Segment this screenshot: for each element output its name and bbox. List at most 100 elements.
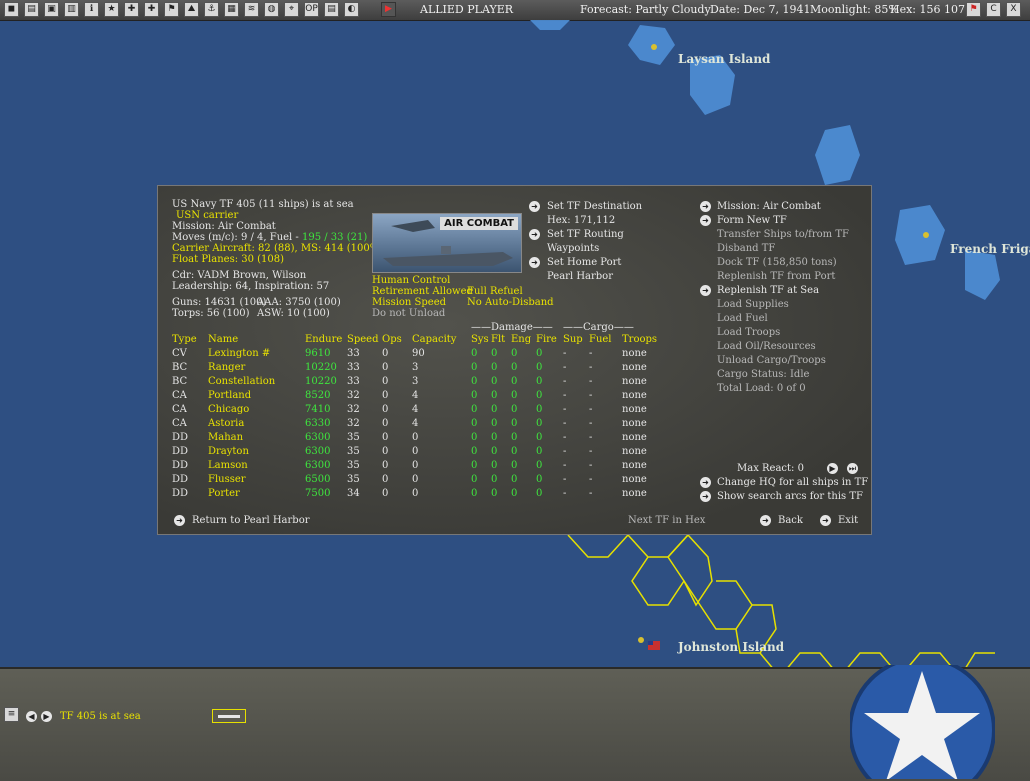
back-arrow-icon[interactable]: ➜: [760, 515, 771, 526]
tf-ship-icon[interactable]: [212, 709, 246, 723]
ship-name[interactable]: Lexington #: [208, 348, 270, 360]
table-cell: 0: [536, 376, 543, 387]
table-cell: 0: [491, 432, 498, 443]
bases-icon[interactable]: ▥: [64, 2, 79, 17]
table-cell: 4: [412, 390, 419, 401]
table-cell: 0: [511, 362, 518, 373]
close-button[interactable]: X: [1006, 2, 1021, 17]
table-cell: -: [563, 376, 567, 387]
col-header-capacity[interactable]: Capacity: [412, 334, 456, 346]
col-header-type[interactable]: Type: [172, 334, 197, 346]
ship-name[interactable]: Chicago: [208, 404, 249, 416]
table-cell: 0: [382, 432, 389, 443]
reports-icon[interactable]: ▤: [24, 2, 39, 17]
air2-icon[interactable]: ✚: [144, 2, 159, 17]
laysan-shoal: [628, 25, 675, 65]
ground-icon[interactable]: ★: [104, 2, 119, 17]
col-header-name[interactable]: Name: [208, 334, 238, 346]
french-frigate-label: French Friga: [950, 242, 1030, 256]
shoal-4: [895, 205, 945, 265]
table-cell: 0: [536, 446, 543, 457]
grid-icon[interactable]: ▦: [224, 2, 239, 17]
table-cell: -: [563, 348, 567, 359]
col-header-flt[interactable]: Flt: [491, 334, 505, 346]
ship-name[interactable]: Portland: [208, 390, 251, 402]
globe-icon[interactable]: ◍: [264, 2, 279, 17]
return-to-port-button[interactable]: Return to Pearl Harbor: [192, 515, 310, 527]
map-icon[interactable]: ▣: [44, 2, 59, 17]
col-header-sys[interactable]: Sys: [471, 334, 489, 346]
terrain-icon[interactable]: ⛰: [184, 2, 199, 17]
table-cell: -: [563, 404, 567, 415]
table-cell: 0: [491, 390, 498, 401]
table-cell: 32: [347, 404, 360, 415]
sea-icon[interactable]: ≋: [244, 2, 259, 17]
naval-icon[interactable]: ⚓: [204, 2, 219, 17]
list-icon[interactable]: ▤: [324, 2, 339, 17]
ship-name[interactable]: Ranger: [208, 362, 245, 374]
center-button[interactable]: C: [986, 2, 1001, 17]
table-cell: -: [563, 390, 567, 401]
next-unit-icon[interactable]: ▶: [41, 711, 52, 722]
unit-list-icon[interactable]: ≡: [4, 707, 19, 722]
table-cell: 0: [471, 362, 478, 373]
table-cell: 32: [347, 390, 360, 401]
col-header-fire[interactable]: Fire: [536, 334, 557, 346]
exit-arrow-icon[interactable]: ➜: [820, 515, 831, 526]
table-cell: 35: [347, 460, 360, 471]
back-button[interactable]: Back: [778, 515, 803, 527]
table-cell: none: [622, 362, 647, 373]
prev-unit-icon[interactable]: ◀: [26, 711, 37, 722]
col-header-fuel[interactable]: Fuel: [589, 334, 612, 346]
table-cell: 0: [511, 418, 518, 429]
target-icon[interactable]: ⌖: [284, 2, 299, 17]
table-cell: CA: [172, 418, 187, 429]
cargo-group-label: ——Cargo——: [563, 322, 634, 333]
table-cell: 0: [536, 348, 543, 359]
table-cell: 32: [347, 418, 360, 429]
table-cell: 0: [491, 418, 498, 429]
end-turn-button[interactable]: ▶: [381, 2, 396, 17]
info-icon[interactable]: ℹ: [84, 2, 99, 17]
col-header-ops[interactable]: Ops: [382, 334, 402, 346]
table-cell: 0: [471, 460, 478, 471]
damage-group-label: ——Damage——: [471, 322, 553, 333]
ship-name[interactable]: Flusser: [208, 474, 246, 486]
ship-name[interactable]: Mahan: [208, 432, 243, 444]
flag-icon[interactable]: ⚑: [966, 2, 981, 17]
ship-name[interactable]: Drayton: [208, 446, 249, 458]
ship-name[interactable]: Constellation: [208, 376, 275, 388]
side-label: ALLIED PLAYER: [420, 3, 514, 16]
col-header-speed[interactable]: Speed: [347, 334, 379, 346]
menu-icon[interactable]: ◼: [4, 2, 19, 17]
table-cell: none: [622, 432, 647, 443]
weather-icon[interactable]: ◐: [344, 2, 359, 17]
table-cell: 34: [347, 488, 360, 499]
flag-icon[interactable]: ⚑: [164, 2, 179, 17]
table-cell: 35: [347, 446, 360, 457]
table-cell: CA: [172, 404, 187, 415]
col-header-eng[interactable]: Eng: [511, 334, 531, 346]
next-tf-button[interactable]: Next TF in Hex: [628, 515, 705, 527]
ops-icon[interactable]: OP: [304, 2, 319, 17]
return-arrow-icon[interactable]: ➜: [174, 515, 185, 526]
table-cell: 0: [382, 488, 389, 499]
ship-name[interactable]: Astoria: [208, 418, 244, 430]
col-header-troops[interactable]: Troops: [622, 334, 657, 346]
col-header-sup[interactable]: Sup: [563, 334, 583, 346]
table-cell: DD: [172, 488, 189, 499]
table-cell: none: [622, 446, 647, 457]
col-header-endure[interactable]: Endure: [305, 334, 342, 346]
top-toolbar: ◼ ▤ ▣ ▥ ℹ ★ ✚ ✚ ⚑ ⛰ ⚓ ▦ ≋ ◍ ⌖ OP ▤ ◐ ▶ ALLIED PLAYER Fore…: [0, 0, 1030, 21]
table-cell: -: [563, 474, 567, 485]
ship-name[interactable]: Lamson: [208, 460, 248, 472]
table-cell: 0: [412, 488, 419, 499]
table-cell: 0: [536, 432, 543, 443]
table-cell: 0: [511, 348, 518, 359]
table-cell: 9610: [305, 348, 331, 359]
table-cell: -: [589, 390, 593, 401]
ship-name[interactable]: Porter: [208, 488, 240, 500]
exit-button[interactable]: Exit: [838, 515, 858, 527]
table-cell: 0: [536, 418, 543, 429]
air-icon[interactable]: ✚: [124, 2, 139, 17]
